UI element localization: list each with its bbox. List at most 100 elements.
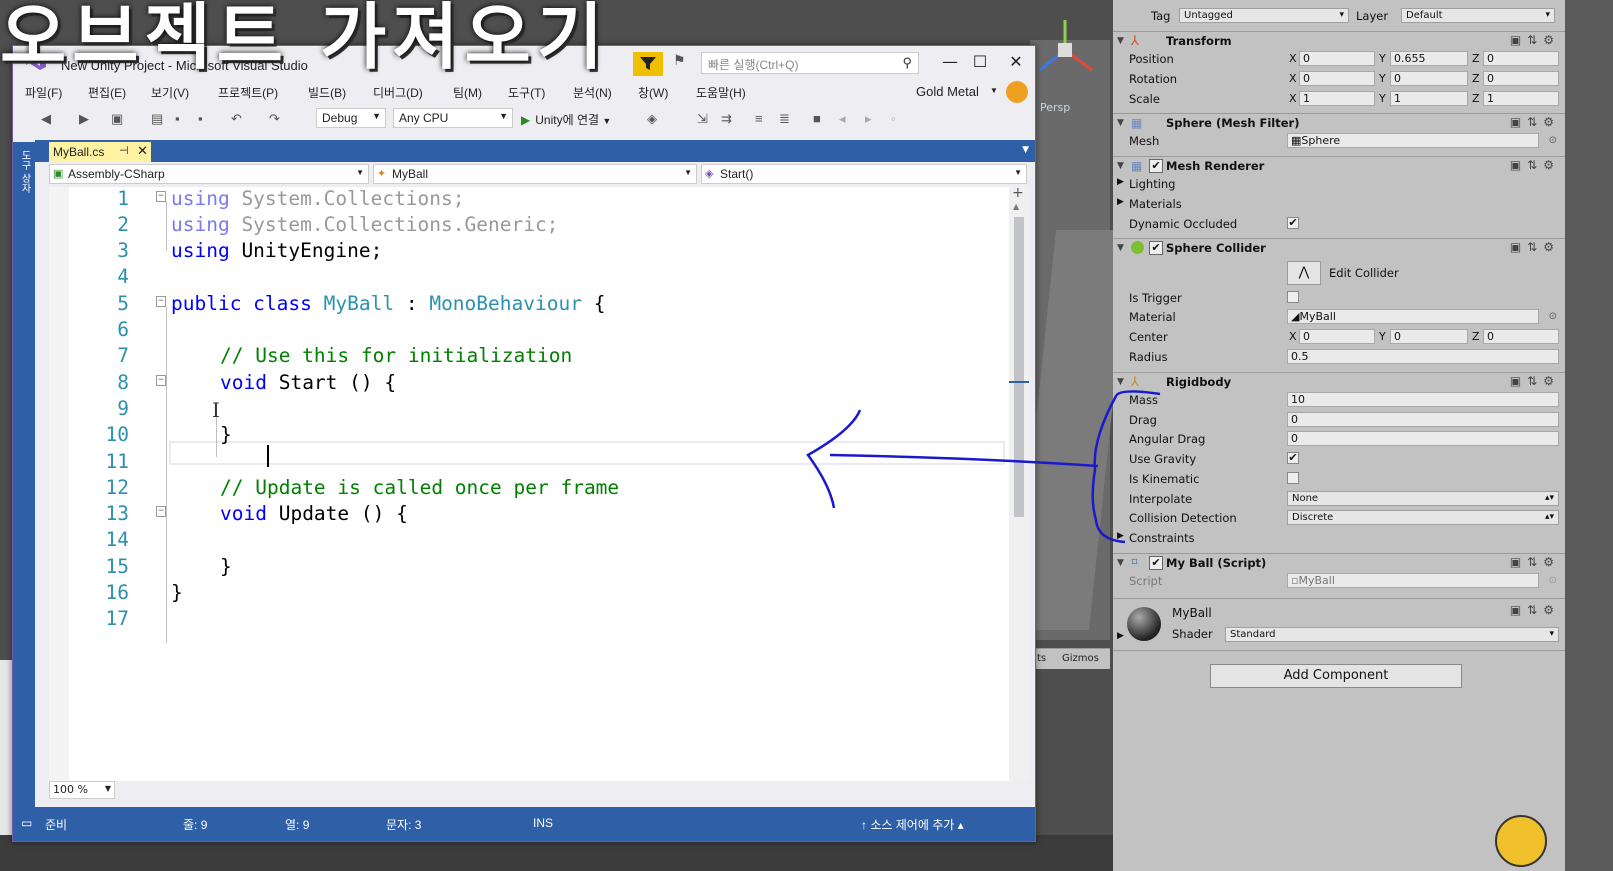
mesh-filter-header[interactable]: ▼ ▦ Sphere (Mesh Filter) ▣⇅⚙ [1113,113,1565,134]
component-tools-icon[interactable]: ▣⇅⚙ [1510,158,1560,172]
foldout-icon[interactable]: ▼ [1117,36,1124,46]
interpolate-select[interactable]: None ▴▾ [1287,491,1559,506]
foldout-icon[interactable]: ▶ [1117,631,1124,641]
component-tools-icon[interactable]: ▣⇅⚙ [1510,240,1560,254]
is-kinematic-checkbox[interactable] [1287,472,1299,484]
minimize-button[interactable]: — [935,50,965,74]
class-dropdown[interactable]: ✦ MyBall ▼ [373,164,697,184]
gizmos-button[interactable]: Gizmos [1062,653,1099,664]
project-dropdown[interactable]: ▣ Assembly-CSharp ▼ [49,164,369,184]
component-tools-icon[interactable]: ▣⇅⚙ [1510,555,1560,569]
center-z-field[interactable]: 0 [1483,329,1559,344]
solution-config-select[interactable]: Debug ▼ [316,108,386,128]
add-to-source-control-button[interactable]: ↑ 소스 제어에 추가 ▴ [861,816,964,833]
menu-build[interactable]: 빌드(B) [308,84,346,101]
bookmark-icon[interactable]: ■ [813,111,821,126]
foldout-icon[interactable]: ▼ [1117,377,1124,387]
dynamic-occluded-checkbox[interactable]: ✔ [1287,217,1299,229]
foldout-icon[interactable]: ▼ [1117,118,1124,128]
step-into-icon[interactable]: ⇲ [697,111,708,127]
mesh-renderer-header[interactable]: ▼ ▦ ✔ Mesh Renderer ▣⇅⚙ [1113,156,1565,177]
scene-orientation-gizmo[interactable] [1030,15,1100,85]
menu-debug[interactable]: 디버그(D) [373,84,423,101]
open-file-icon[interactable]: ▤ [151,111,163,127]
component-tools-icon[interactable]: ▣⇅⚙ [1510,374,1560,388]
menu-edit[interactable]: 편집(E) [88,84,126,101]
edit-collider-button[interactable]: ⋀ [1287,261,1321,285]
angular-drag-field[interactable]: 0 [1287,431,1559,446]
code-area[interactable]: 1− using System.Collections; 2 using Syste… [49,187,1009,799]
avatar[interactable] [1006,81,1028,103]
tab-overflow-icon[interactable]: ▼ [1022,145,1029,155]
transform-header[interactable]: ▼ ⅄ Transform ▣⇅⚙ [1113,31,1565,52]
rotation-x-field[interactable]: 0 [1299,71,1375,86]
foldout-icon[interactable]: ▼ [1117,558,1124,568]
position-z-field[interactable]: 0 [1483,51,1559,66]
close-button[interactable]: ✕ [1001,50,1031,74]
foldout-icon[interactable]: ▼ [1117,161,1124,171]
radius-field[interactable]: 0.5 [1287,349,1559,364]
tab-myball-cs[interactable]: MyBall.cs ⊣ ✕ [49,142,151,162]
collapse-icon[interactable]: − [156,296,166,307]
script-component-header[interactable]: ▼ ▫ ✔ My Ball (Script) ▣⇅⚙ [1113,553,1565,574]
menu-file[interactable]: 파일(F) [25,84,62,101]
menu-project[interactable]: 프로젝트(P) [218,84,278,101]
layer-select[interactable]: Default ▾ [1401,8,1555,23]
solution-platform-select[interactable]: Any CPU ▼ [393,108,513,128]
menu-view[interactable]: 보기(V) [151,84,189,101]
foldout-icon[interactable]: ▶ [1117,531,1124,541]
member-dropdown[interactable]: ◈ Start() ▼ [701,164,1027,184]
menu-analyze[interactable]: 분석(N) [573,84,612,101]
attach-to-unity-button[interactable]: ▶ Unity에 연결 ▼ [521,111,611,128]
menu-window[interactable]: 창(W) [638,84,668,101]
enabled-checkbox[interactable]: ✔ [1149,159,1163,173]
collapse-icon[interactable]: − [156,506,166,517]
scale-z-field[interactable]: 1 [1483,91,1559,106]
collapse-icon[interactable]: − [156,191,166,202]
rotation-y-field[interactable]: 0 [1390,71,1468,86]
shader-select[interactable]: Standard ▾ [1225,627,1559,642]
next-bookmark-icon[interactable]: ▸ [865,111,872,127]
object-picker-icon[interactable]: ⊙ [1549,311,1557,322]
use-gravity-checkbox[interactable]: ✔ [1287,452,1299,464]
close-tab-icon[interactable]: ✕ [137,143,148,159]
foldout-icon[interactable]: ▼ [1117,243,1124,253]
materials-foldout[interactable]: Materials [1129,197,1182,211]
undo-icon[interactable]: ↶ [231,111,242,127]
quick-launch-input[interactable]: 빠른 실행(Ctrl+Q) ⚲ [701,52,919,74]
position-y-field[interactable]: 0.655 [1390,51,1468,66]
mass-field[interactable]: 10 [1287,392,1559,407]
component-tools-icon[interactable]: ▣⇅⚙ [1510,603,1560,617]
maximize-button[interactable]: ☐ [965,50,995,74]
navigate-back-icon[interactable]: ◀ [41,111,51,127]
foldout-icon[interactable]: ▶ [1117,197,1124,207]
perspective-label[interactable]: Persp [1040,101,1070,114]
code-editor[interactable]: 1− using System.Collections; 2 using Syste… [49,185,1029,799]
user-account-name[interactable]: Gold Metal [916,84,979,99]
notification-filter-icon[interactable] [633,52,663,76]
enabled-checkbox[interactable]: ✔ [1149,556,1163,570]
center-y-field[interactable]: 0 [1390,329,1468,344]
constraints-foldout[interactable]: Constraints [1129,531,1195,545]
clear-bookmarks-icon[interactable]: ◦ [891,111,896,126]
lighting-foldout[interactable]: Lighting [1129,177,1175,191]
zoom-level-select[interactable]: 100 % ▼ [49,781,115,799]
split-window-icon[interactable]: + [1012,185,1024,201]
prev-bookmark-icon[interactable]: ◂ [839,111,846,127]
scroll-up-icon[interactable]: ▲ [1013,202,1019,211]
tag-select[interactable]: Untagged ▾ [1179,8,1349,23]
step-over-icon[interactable]: ⇉ [721,111,732,127]
collider-material-field[interactable]: ◢MyBall [1287,309,1539,324]
add-component-button[interactable]: Add Component [1210,664,1462,688]
foldout-icon[interactable]: ▶ [1117,177,1124,187]
sphere-collider-header[interactable]: ▼ ✔ Sphere Collider ▣⇅⚙ [1113,238,1565,259]
menu-help[interactable]: 도움말(H) [696,84,746,101]
scale-y-field[interactable]: 1 [1390,91,1468,106]
save-all-icon[interactable]: ▪ [198,111,203,126]
rigidbody-header[interactable]: ▼ ⅄ Rigidbody ▣⇅⚙ [1113,372,1565,393]
component-tools-icon[interactable]: ▣⇅⚙ [1510,33,1560,47]
new-project-icon[interactable]: ▣ [111,111,123,127]
pin-icon[interactable]: ⊣ [119,144,129,157]
uncomment-icon[interactable]: ≣ [779,111,790,127]
enabled-checkbox[interactable]: ✔ [1149,241,1163,255]
